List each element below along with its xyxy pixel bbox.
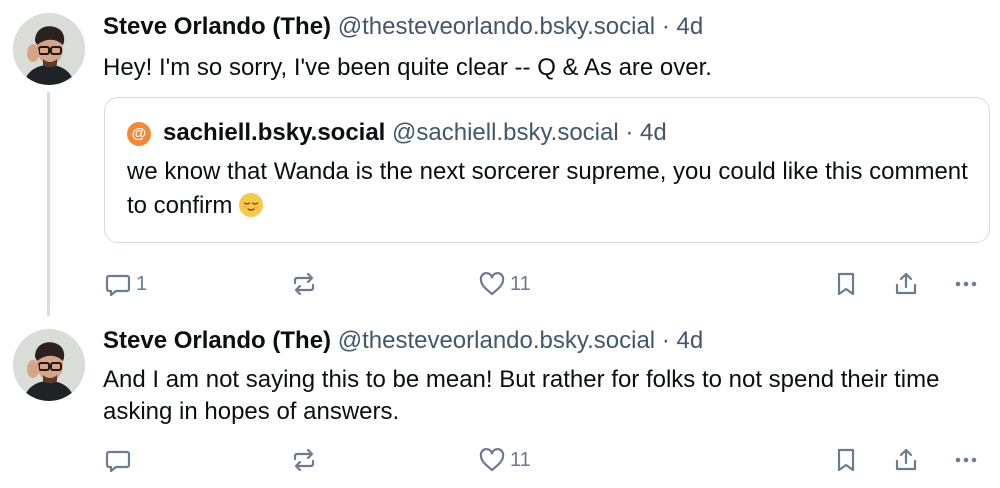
share-button[interactable]: [892, 446, 920, 474]
post-time[interactable]: 4d: [676, 327, 703, 354]
quote-time[interactable]: 4d: [640, 119, 667, 146]
relieved-face-emoji: [239, 193, 264, 217]
post-1[interactable]: Steve Orlando (The) @thesteveorlando.bsk…: [0, 0, 1000, 316]
like-button[interactable]: 11: [478, 270, 531, 298]
quote-text: we know that Wanda is the next sorcerer …: [127, 155, 977, 223]
post-time[interactable]: 4d: [676, 13, 703, 40]
bookmark-icon: [837, 448, 855, 472]
post-2[interactable]: Steve Orlando (The) @thesteveorlando.bsk…: [0, 316, 1000, 488]
avatar-image: [13, 13, 85, 85]
post-header: Steve Orlando (The) @thesteveorlando.bsk…: [103, 12, 703, 42]
quoted-post[interactable]: @ sachiell.bsky.social @sachiell.bsky.so…: [104, 97, 990, 243]
post-actions: 11: [0, 440, 1000, 480]
avatar[interactable]: [13, 329, 85, 401]
author-handle[interactable]: @thesteveorlando.bsky.social: [338, 327, 655, 354]
more-icon: [955, 281, 977, 287]
post-actions: 1 11: [0, 264, 1000, 304]
reply-icon: [105, 274, 131, 297]
more-options-button[interactable]: [952, 446, 980, 474]
more-icon: [955, 457, 977, 463]
repost-button[interactable]: [290, 270, 318, 298]
avatar[interactable]: [13, 13, 85, 85]
post-text: And I am not saying this to be mean! But…: [103, 366, 940, 425]
like-count: 11: [510, 272, 531, 295]
quote-author-handle[interactable]: @sachiell.bsky.social: [392, 119, 619, 146]
post-header: Steve Orlando (The) @thesteveorlando.bsk…: [103, 326, 703, 356]
reply-button[interactable]: [104, 446, 132, 474]
post-text: Hey! I'm so sorry, I've been quite clear…: [103, 54, 712, 81]
separator-dot: ·: [661, 13, 670, 40]
repost-icon: [293, 448, 315, 472]
share-button[interactable]: [892, 270, 920, 298]
author-name[interactable]: Steve Orlando (The): [103, 327, 331, 354]
quote-header: sachiell.bsky.social @sachiell.bsky.soci…: [163, 118, 667, 148]
like-button[interactable]: 11: [478, 446, 531, 474]
repost-icon: [293, 272, 315, 296]
repost-button[interactable]: [290, 446, 318, 474]
quote-author-name[interactable]: sachiell.bsky.social: [163, 119, 385, 146]
share-icon: [895, 272, 917, 295]
more-options-button[interactable]: [952, 270, 980, 298]
bookmark-icon: [837, 272, 855, 296]
separator-dot: ·: [661, 327, 670, 354]
like-icon: [479, 448, 505, 472]
quote-avatar[interactable]: @: [127, 122, 151, 146]
avatar-image: [13, 329, 85, 401]
share-icon: [895, 448, 917, 471]
author-handle[interactable]: @thesteveorlando.bsky.social: [338, 13, 655, 40]
like-count: 11: [510, 448, 531, 471]
bookmark-button[interactable]: [832, 446, 860, 474]
reply-icon: [105, 450, 131, 473]
author-name[interactable]: Steve Orlando (The): [103, 13, 331, 40]
reply-count: 1: [136, 272, 148, 295]
like-icon: [479, 272, 505, 296]
reply-button[interactable]: 1: [104, 270, 147, 298]
bookmark-button[interactable]: [832, 270, 860, 298]
separator-dot: ·: [625, 119, 634, 146]
